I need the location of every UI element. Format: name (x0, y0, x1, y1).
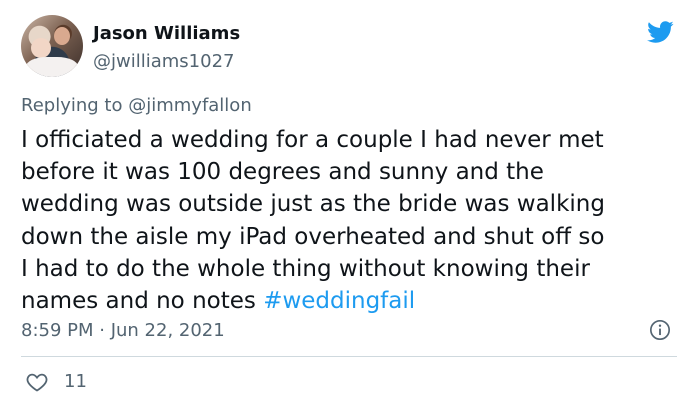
tweet-text: I officiated a wedding for a couple I ha… (21, 124, 691, 317)
replying-prefix: Replying to (21, 95, 123, 116)
avatar-shirt (26, 57, 78, 77)
replying-to-line: Replying to @jimmyfallon (21, 93, 252, 119)
avatar[interactable] (21, 15, 83, 77)
twitter-bird-icon[interactable] (644, 18, 676, 46)
tweet-card: Jason Williams @jwilliams1027 Replying t… (0, 0, 700, 411)
tweet-text-content: I officiated a wedding for a couple I ha… (21, 127, 605, 315)
like-count: 11 (64, 371, 87, 392)
divider (21, 356, 677, 357)
replying-mention-link[interactable]: @jimmyfallon (128, 95, 252, 116)
info-icon[interactable] (649, 319, 671, 341)
avatar-face-right (54, 27, 70, 45)
heart-icon[interactable] (24, 370, 50, 394)
author-name[interactable]: Jason Williams (93, 22, 240, 46)
hashtag-link[interactable]: #weddingfail (263, 288, 415, 314)
tweet-timestamp[interactable]: 8:59 PM · Jun 22, 2021 (21, 318, 225, 344)
avatar-face-left (31, 38, 51, 58)
author-handle[interactable]: @jwilliams1027 (93, 50, 234, 74)
